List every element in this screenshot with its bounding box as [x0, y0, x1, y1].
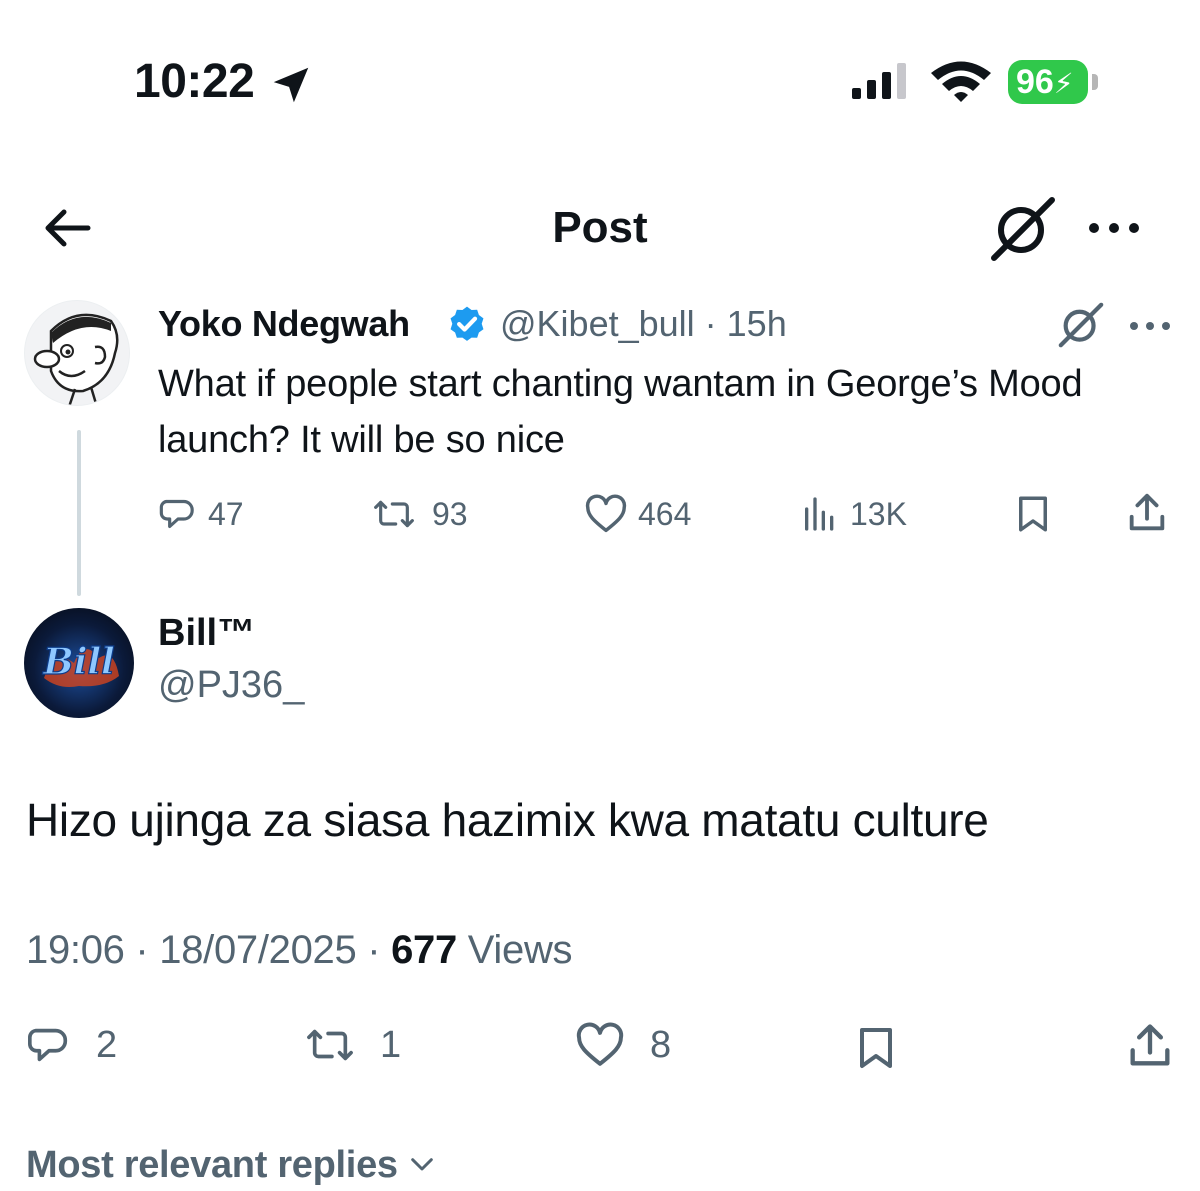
grok-icon[interactable] [1056, 302, 1106, 348]
chevron-down-icon [410, 1158, 433, 1171]
reply-icon [159, 499, 194, 529]
replies-sort-label: Most relevant replies [26, 1144, 398, 1186]
views-count[interactable]: 677 [391, 928, 457, 972]
wifi-icon [931, 61, 991, 102]
reply-icon [28, 1028, 68, 1062]
reply-button[interactable]: 2 [26, 1022, 117, 1068]
reply-button[interactable]: 47 [158, 494, 244, 534]
author-handle-time[interactable]: @Kibet_bull · 15h [500, 302, 787, 346]
more-icon[interactable] [1128, 312, 1172, 340]
svg-text:Bill: Bill [42, 641, 114, 683]
avatar[interactable] [24, 300, 130, 406]
repost-count: 1 [380, 1024, 402, 1066]
replies-sort-dropdown[interactable]: Most relevant replies [26, 1140, 438, 1190]
verified-badge-icon [450, 306, 484, 341]
views-bar-icon [805, 497, 834, 531]
battery-level: 96 [1016, 63, 1054, 101]
reply-count: 47 [208, 496, 244, 532]
battery-indicator: 96⚡ [1008, 60, 1100, 104]
share-icon[interactable] [1124, 490, 1170, 536]
author-name[interactable]: Bill™ [158, 610, 255, 656]
location-arrow-icon [273, 67, 309, 103]
views-label: Views [456, 928, 573, 972]
like-button[interactable]: 464 [584, 494, 691, 534]
cartoon-avatar-icon [33, 313, 119, 405]
views-button[interactable]: 13K [800, 494, 907, 534]
status-time: 10:22 [134, 55, 255, 108]
more-icon[interactable] [1086, 208, 1142, 248]
author-handle[interactable]: @PJ36_ [158, 662, 304, 708]
post-text: What if people start chanting wantam in … [158, 363, 1083, 461]
bill-logo-avatar: Bill [42, 640, 119, 687]
thread-line [77, 430, 81, 596]
like-count: 8 [650, 1024, 672, 1066]
repost-icon [307, 1029, 353, 1061]
charging-bolt-icon: ⚡ [1053, 68, 1074, 99]
signal-icon [852, 63, 906, 99]
post-text: Hizo ujinga za siasa hazimix kwa matatu … [26, 794, 989, 846]
post-timestamp: 19:06 · 18/07/2025 · [26, 928, 392, 972]
avatar[interactable]: Bill [24, 608, 134, 718]
repost-button[interactable]: 93 [366, 494, 468, 534]
repost-button[interactable]: 1 [298, 1022, 401, 1068]
grok-icon[interactable] [988, 196, 1058, 262]
share-icon[interactable] [1124, 1018, 1176, 1074]
bookmark-icon[interactable] [852, 1020, 900, 1076]
like-button[interactable]: 8 [574, 1022, 671, 1068]
repost-count: 93 [432, 496, 468, 532]
repost-icon [374, 500, 414, 528]
views-count: 13K [850, 496, 907, 532]
bookmark-icon[interactable] [1012, 492, 1054, 536]
like-count: 464 [638, 496, 692, 532]
reply-count: 2 [96, 1024, 118, 1066]
author-name[interactable]: Yoko Ndegwah [158, 302, 410, 346]
heart-icon [576, 1022, 624, 1066]
post-meta: 19:06 · 18/07/2025 · 677 Views [26, 924, 573, 976]
heart-icon [585, 494, 627, 533]
